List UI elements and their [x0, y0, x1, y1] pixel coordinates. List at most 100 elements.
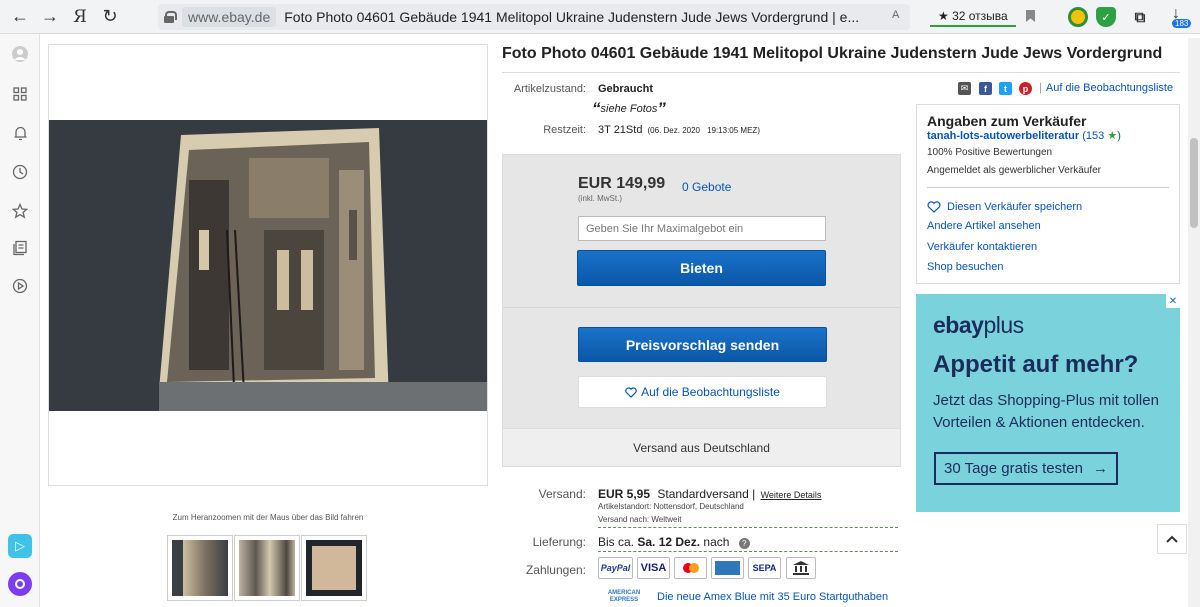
vat-note: (inkl. MwSt.): [578, 194, 622, 203]
bid-button[interactable]: Bieten: [577, 250, 826, 286]
paypal-logo: PayPal: [598, 557, 633, 579]
delivery-date: Sa. 12 Dez.: [637, 535, 701, 549]
seller-heading: Angaben zum Verkäufer: [927, 113, 1087, 129]
reviews-badge[interactable]: ★ 32 отзыва: [930, 7, 1016, 27]
profile-icon[interactable]: [10, 44, 30, 64]
vertical-scrollbar[interactable]: [1188, 38, 1200, 607]
visa-logo: VISA: [637, 557, 670, 579]
shipping-divider: [598, 527, 898, 528]
address-bar[interactable]: www.ebay.de Foto Photo 04601 Gebäude 194…: [158, 4, 910, 30]
contact-seller-link[interactable]: Verkäufer kontaktieren: [927, 241, 1037, 253]
amex-promo-link[interactable]: Die neue Amex Blue mit 35 Euro Startguth…: [657, 591, 888, 603]
back-arrow-icon[interactable]: ←: [5, 2, 35, 32]
time-left-value: 3T 21Std (06. Dez. 2020 19:13:05 MEZ): [598, 124, 760, 136]
star-icon[interactable]: [10, 201, 30, 221]
shipping-details-link[interactable]: Weitere Details: [761, 490, 822, 500]
time-left-duration: 3T 21Std: [598, 124, 643, 136]
condition-note: “siehe Fotos”: [592, 99, 666, 118]
ships-to: Versand nach: Weltweit: [598, 515, 682, 524]
history-clock-icon[interactable]: [10, 162, 30, 182]
heart-icon: [625, 386, 637, 398]
add-to-watchlist-button[interactable]: Auf die Beobachtungsliste: [578, 376, 827, 408]
bid-panel-divider: [503, 307, 900, 308]
seller-positive: 100% Positive Bewertungen: [927, 147, 1053, 158]
seller-name-row: tanah-lots-autowerbeliteratur (153 ★): [927, 129, 1121, 142]
ad-brand-ebay: ebay: [933, 312, 984, 338]
translate-icon[interactable]: A: [892, 9, 899, 21]
ad-brand: ebayplus: [933, 312, 1024, 339]
amex-logo-top: AMERICAN: [607, 589, 641, 596]
watchlist-top-link-text[interactable]: Auf die Beobachtungsliste: [1046, 82, 1173, 94]
zoom-hint: Zum Heranzoomen mit der Maus über das Bi…: [172, 513, 364, 522]
payments-label: Zahlungen:: [525, 563, 586, 577]
thumbnail-1[interactable]: [167, 535, 233, 601]
ebay-plus-ad[interactable]: ✕ ebayplus Appetit auf mehr? Jetzt das S…: [916, 294, 1180, 512]
ad-cta-label: 30 Tage gratis testen: [944, 460, 1083, 477]
forward-arrow-icon[interactable]: →: [35, 2, 65, 32]
domain-pill[interactable]: www.ebay.de: [182, 7, 277, 27]
facebook-share-icon[interactable]: f: [979, 82, 992, 95]
main-image-frame[interactable]: [48, 44, 488, 486]
condition-label: Artikelzustand:: [513, 83, 586, 95]
yandex-logo-icon[interactable]: Я: [65, 2, 95, 32]
arrow-right-icon: →: [1092, 460, 1108, 477]
ad-headline: Appetit auf mehr?: [933, 351, 1139, 378]
ad-cta-button[interactable]: 30 Tage gratis testen →: [934, 452, 1118, 485]
time-left-date: (06. Dez. 2020: [647, 126, 700, 135]
other-items-link[interactable]: Andere Artikel ansehen: [927, 220, 1041, 232]
ad-body: Jetzt das Shopping-Plus mit tollen Vorte…: [933, 392, 1159, 431]
play-circle-icon[interactable]: [10, 276, 30, 296]
delivery-prefix: Bis ca.: [598, 535, 635, 549]
delivery-row: Bis ca. Sa. 12 Dez. nach ?: [598, 535, 750, 549]
bookmark-icon[interactable]: [1026, 10, 1035, 22]
email-share-icon[interactable]: ✉: [958, 82, 971, 95]
extension-shield-icon[interactable]: ✓: [1096, 7, 1116, 27]
seller-score-close: ): [1117, 130, 1121, 142]
scroll-to-top-button[interactable]: [1157, 524, 1187, 554]
browser-toolbar: ← → Я ↻ www.ebay.de Foto Photo 04601 Geb…: [0, 0, 1200, 34]
alice-assistant-icon[interactable]: [8, 572, 32, 596]
pinterest-share-icon[interactable]: p: [1019, 82, 1032, 95]
watchlist-top-link[interactable]: | Auf die Beobachtungsliste: [1039, 82, 1173, 94]
heart-outline-icon: [927, 201, 941, 213]
reload-icon[interactable]: ↻: [95, 2, 125, 32]
sepa-logo: SEPA: [748, 557, 781, 579]
title-divider: [502, 72, 1180, 73]
make-offer-button[interactable]: Preisvorschlag senden: [578, 327, 827, 362]
scrollbar-thumb[interactable]: [1190, 138, 1198, 228]
bell-icon[interactable]: [10, 123, 30, 143]
twitter-share-icon[interactable]: t: [999, 82, 1012, 95]
delivery-label: Lieferung:: [532, 535, 586, 549]
messenger-icon[interactable]: ▷: [8, 534, 32, 558]
item-title: Foto Photo 04601 Gebäude 1941 Melitopol …: [502, 45, 1163, 62]
apps-grid-icon[interactable]: [10, 84, 30, 104]
notes-icon[interactable]: [10, 238, 30, 258]
condition-note-text: siehe Fotos: [600, 103, 658, 115]
seller-type: Angemeldet als gewerblicher Verkäufer: [927, 165, 1101, 176]
visit-shop-link[interactable]: Shop besuchen: [927, 261, 1003, 273]
extension-smiley-icon[interactable]: [1068, 7, 1088, 27]
time-left-label: Restzeit:: [543, 124, 586, 136]
browser-sidebar: ▷: [0, 34, 40, 607]
delivery-divider: [598, 551, 898, 552]
bid-count-link[interactable]: 0 Gebote: [682, 180, 731, 194]
thumbnail-2[interactable]: [234, 535, 300, 601]
seller-name-link[interactable]: tanah-lots-autowerbeliteratur: [927, 130, 1079, 142]
condition-value: Gebraucht: [598, 83, 654, 95]
seller-info-box: Angaben zum Verkäufer tanah-lots-autower…: [916, 104, 1180, 284]
save-seller-link[interactable]: Diesen Verkäufer speichern: [927, 201, 1082, 213]
extension-translate-icon[interactable]: ⧉: [1130, 7, 1150, 27]
time-left-clock: 19:13:05 MEZ): [707, 126, 760, 135]
bank-icon: [793, 561, 809, 575]
thumbnail-3[interactable]: [301, 535, 367, 601]
amex-promo-logo: AMERICAN EXPRESS: [601, 588, 647, 605]
chevron-up-icon: [1166, 535, 1178, 543]
info-icon[interactable]: ?: [738, 538, 750, 549]
seller-score[interactable]: (153: [1082, 130, 1104, 142]
save-seller-label: Diesen Verkäufer speichern: [947, 201, 1083, 213]
max-bid-input[interactable]: [578, 216, 826, 241]
ad-close-icon[interactable]: ✕: [1166, 294, 1180, 308]
page-title-in-address-bar: Foto Photo 04601 Gebäude 1941 Melitopol …: [284, 9, 860, 25]
item-photo[interactable]: [49, 120, 487, 411]
ships-from-strip: Versand aus Deutschland: [503, 428, 900, 466]
